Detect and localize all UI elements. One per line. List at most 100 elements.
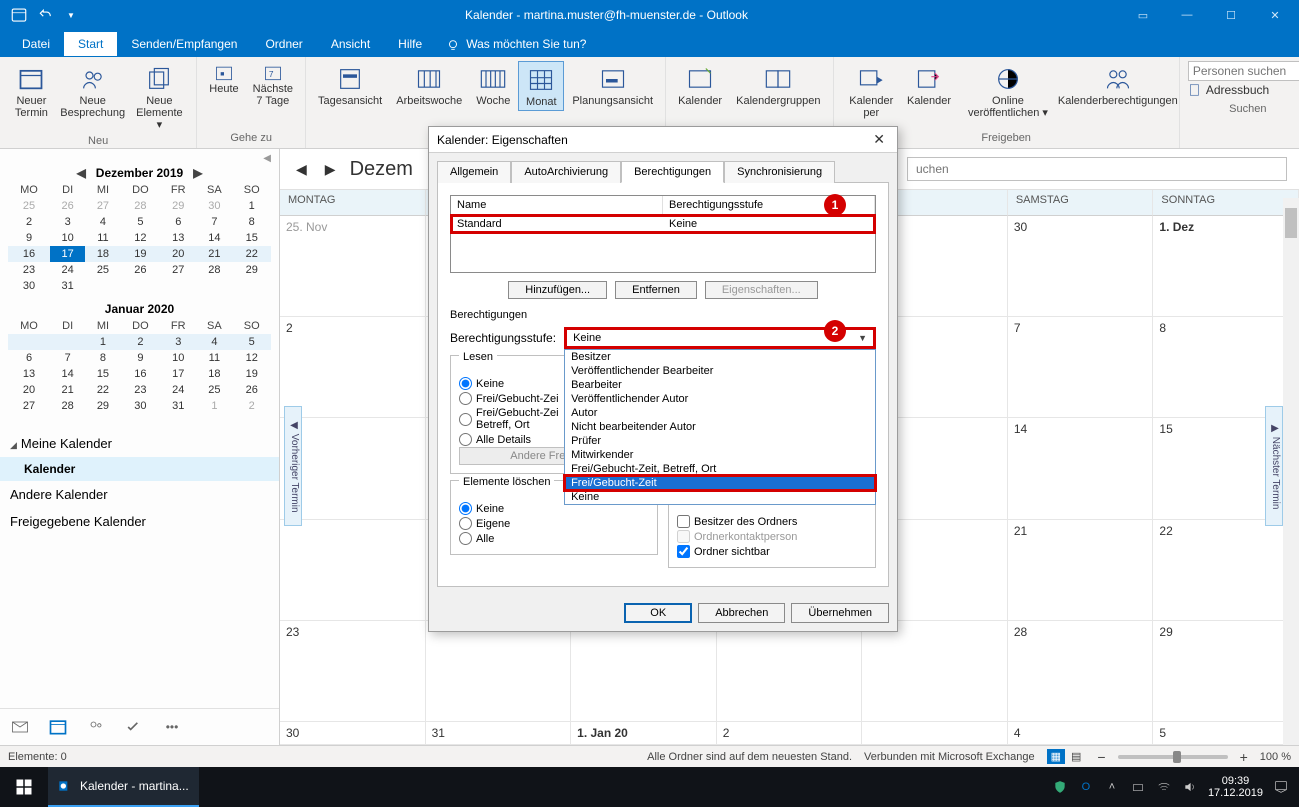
cal-next-icon[interactable]: ▶: [321, 161, 340, 178]
minical-day[interactable]: 9: [8, 230, 50, 246]
minical-day[interactable]: 27: [8, 398, 50, 414]
minical-jan[interactable]: MODIMIDOFRSASO12345678910111213141516171…: [8, 318, 271, 414]
permission-option[interactable]: Veröffentlichender Bearbeiter: [565, 364, 875, 378]
minical-dec[interactable]: MODIMIDOFRSASO25262728293012345678910111…: [8, 182, 271, 294]
day-cell[interactable]: 7: [1008, 317, 1154, 418]
minical-day[interactable]: 6: [8, 350, 50, 366]
minical-day[interactable]: 26: [121, 262, 161, 278]
minical-day[interactable]: 11: [196, 350, 232, 366]
minical-day[interactable]: 15: [232, 230, 271, 246]
minical-day[interactable]: [160, 278, 196, 294]
kalender-freigeben-button[interactable]: Kalender: [905, 61, 953, 109]
kalendergruppen-button[interactable]: Kalendergruppen: [730, 61, 826, 109]
close-button[interactable]: ✕: [1255, 1, 1295, 29]
minical-day[interactable]: 25: [196, 382, 232, 398]
radio-loeschen-alle[interactable]: Alle: [459, 531, 649, 546]
tab-allgemein[interactable]: Allgemein: [437, 161, 511, 183]
day-cell[interactable]: [426, 621, 572, 722]
nav-people-icon[interactable]: [86, 717, 106, 737]
tab-berechtigungen[interactable]: Berechtigungen: [621, 161, 724, 183]
tagesansicht-button[interactable]: Tagesansicht: [312, 61, 388, 109]
minical-day[interactable]: 11: [85, 230, 120, 246]
minical-day[interactable]: 22: [85, 382, 120, 398]
day-cell[interactable]: 30: [1008, 216, 1154, 317]
day-cell[interactable]: 30: [280, 722, 426, 745]
nav-mail-icon[interactable]: [10, 717, 30, 737]
day-cell[interactable]: [280, 520, 426, 621]
vertical-scrollbar[interactable]: [1283, 198, 1299, 745]
minical-day[interactable]: 18: [196, 366, 232, 382]
minical-day[interactable]: 16: [8, 246, 50, 262]
tab-ansicht[interactable]: Ansicht: [317, 32, 384, 56]
day-cell[interactable]: 4: [1008, 722, 1154, 745]
minical-day[interactable]: 20: [8, 382, 50, 398]
tab-ordner[interactable]: Ordner: [251, 32, 316, 56]
permission-option[interactable]: Mitwirkender: [565, 448, 875, 462]
neue-elemente-button[interactable]: Neue Elemente ▾: [128, 61, 190, 133]
minical-day[interactable]: 13: [160, 230, 196, 246]
minical-day[interactable]: 5: [232, 334, 271, 350]
minical-day[interactable]: 31: [160, 398, 196, 414]
permission-option[interactable]: Besitzer: [565, 350, 875, 364]
minical-day[interactable]: 19: [121, 246, 161, 262]
minical-next[interactable]: ▶: [189, 166, 206, 180]
minical-day[interactable]: 9: [121, 350, 161, 366]
tellme-search[interactable]: Was möchten Sie tun?: [436, 37, 596, 51]
day-cell[interactable]: 31: [426, 722, 572, 745]
day-cell[interactable]: 25. Nov: [280, 216, 426, 317]
permission-option[interactable]: Keine: [565, 490, 875, 504]
minical-day[interactable]: 16: [121, 366, 161, 382]
minical-day[interactable]: 27: [160, 262, 196, 278]
minical-day[interactable]: 14: [196, 230, 232, 246]
tray-shield-icon[interactable]: [1052, 779, 1068, 795]
minical-day[interactable]: 5: [121, 214, 161, 230]
minical-day[interactable]: 7: [196, 214, 232, 230]
minical-day[interactable]: 1: [85, 334, 120, 350]
tray-notification-icon[interactable]: [1273, 779, 1289, 795]
permission-option[interactable]: Autor: [565, 406, 875, 420]
minical-day[interactable]: 15: [85, 366, 120, 382]
add-button[interactable]: Hinzufügen...: [508, 281, 607, 299]
view-switcher[interactable]: ▦▤: [1047, 749, 1086, 764]
day-cell[interactable]: 28: [1008, 621, 1154, 722]
day-cell[interactable]: 1. Jan 20: [571, 722, 717, 745]
minical-day[interactable]: 23: [8, 262, 50, 278]
permission-row-standard[interactable]: Standard Keine: [451, 215, 875, 233]
minical-day[interactable]: 3: [160, 334, 196, 350]
minical-day[interactable]: 22: [232, 246, 271, 262]
woche-button[interactable]: Woche: [470, 61, 516, 109]
minical-day[interactable]: 18: [85, 246, 120, 262]
freigegebene-kalender-section[interactable]: Freigegebene Kalender: [0, 508, 279, 535]
minical-day[interactable]: 21: [50, 382, 85, 398]
minical-day[interactable]: [196, 278, 232, 294]
minical-day[interactable]: 1: [196, 398, 232, 414]
minical-day[interactable]: 12: [121, 230, 161, 246]
ribbon-display-options-icon[interactable]: ▭: [1123, 1, 1163, 29]
minical-day[interactable]: 24: [160, 382, 196, 398]
meine-kalender-section[interactable]: ◢Meine Kalender: [0, 430, 279, 457]
minical-day[interactable]: 14: [50, 366, 85, 382]
collapse-sidebar-icon[interactable]: ◀: [8, 153, 271, 164]
tab-autoarchivierung[interactable]: AutoArchivierung: [511, 161, 621, 183]
minical-day[interactable]: 21: [196, 246, 232, 262]
minical-day[interactable]: 2: [8, 214, 50, 230]
permission-option[interactable]: Nicht bearbeitender Autor: [565, 420, 875, 434]
tray-outlook-icon[interactable]: O: [1078, 779, 1094, 795]
nav-tasks-icon[interactable]: [124, 717, 144, 737]
minical-day[interactable]: 13: [8, 366, 50, 382]
kalenderberechtigungen-button[interactable]: Kalenderberechtigungen: [1063, 61, 1173, 109]
minical-day[interactable]: 29: [160, 198, 196, 214]
minical-day[interactable]: 23: [121, 382, 161, 398]
arbeitswoche-button[interactable]: Arbeitswoche: [390, 61, 468, 109]
ok-button[interactable]: OK: [624, 603, 692, 623]
maximize-button[interactable]: ☐: [1211, 1, 1251, 29]
monat-button[interactable]: Monat: [518, 61, 564, 111]
tab-synchronisierung[interactable]: Synchronisierung: [724, 161, 835, 183]
cancel-button[interactable]: Abbrechen: [698, 603, 785, 623]
permission-level-dropdown[interactable]: BesitzerVeröffentlichender BearbeiterBea…: [564, 349, 876, 505]
minical-day[interactable]: 26: [50, 198, 85, 214]
minical-day[interactable]: 30: [196, 198, 232, 214]
undo-icon[interactable]: [36, 6, 54, 24]
adressbuch-button[interactable]: Adressbuch: [1188, 83, 1299, 97]
start-button[interactable]: [0, 778, 48, 796]
